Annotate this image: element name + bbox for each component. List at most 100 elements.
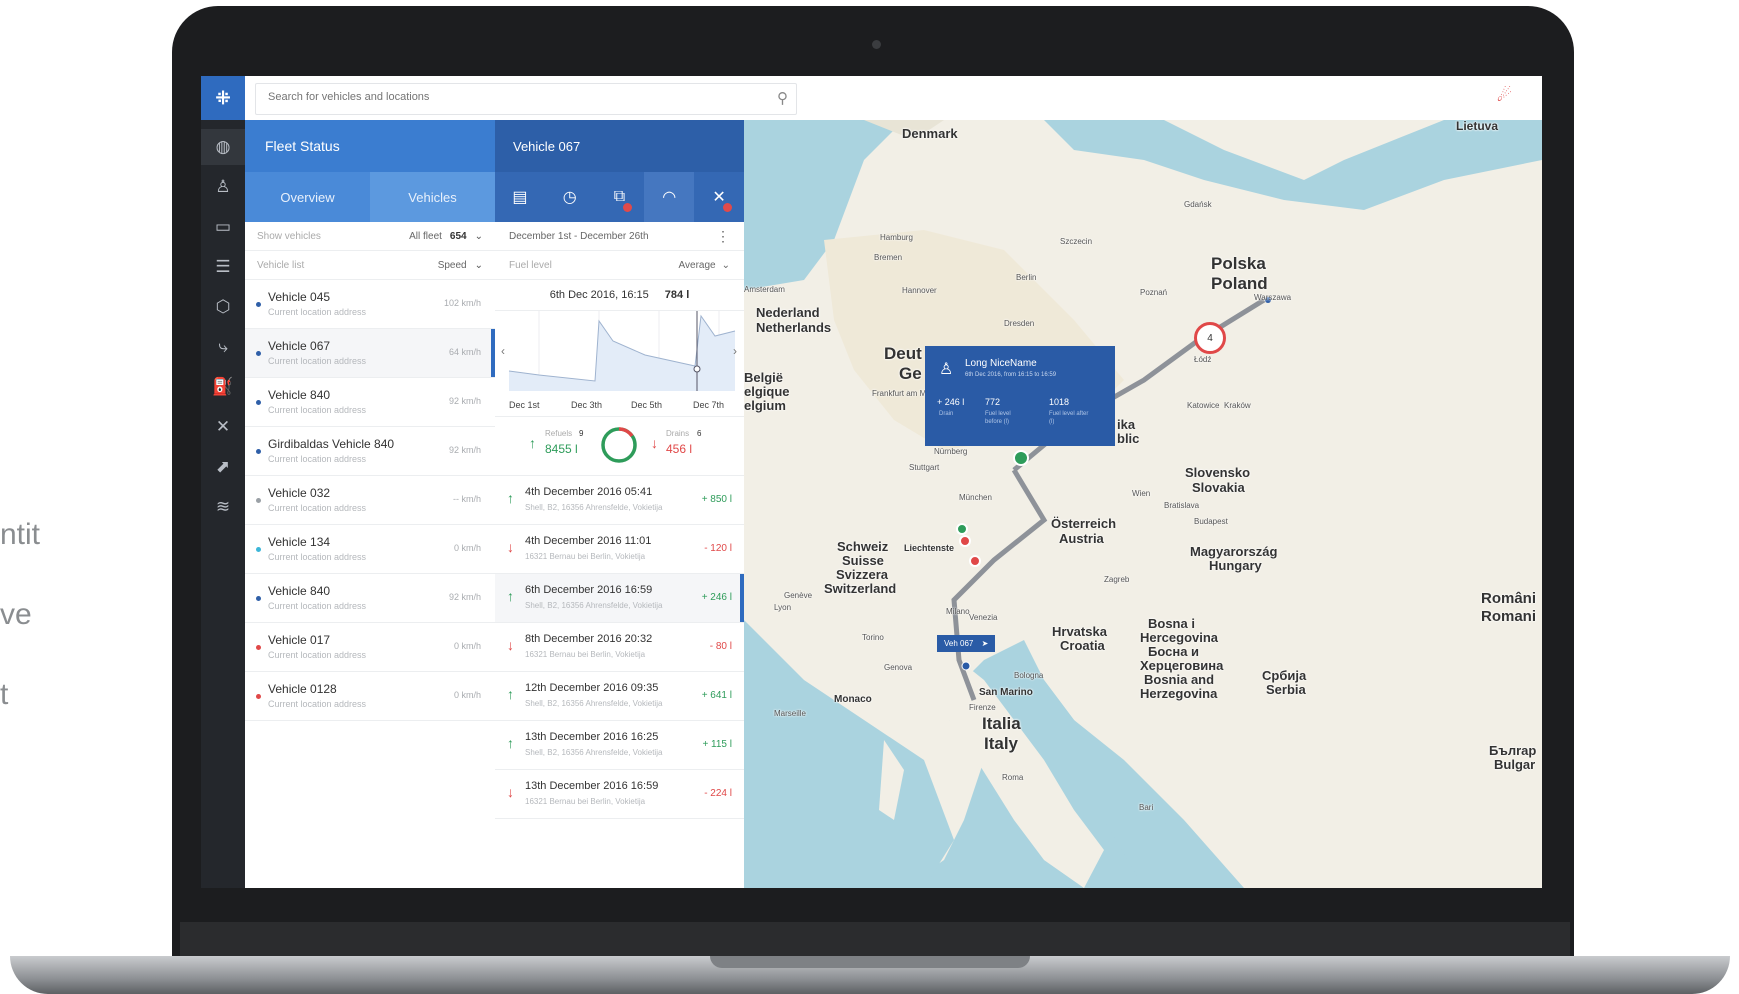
fuel-events-icon[interactable]: ⧉ [595, 172, 645, 222]
drain-marker[interactable] [969, 555, 981, 567]
vehicle-row[interactable]: Vehicle 134 Current location address 0 km/… [245, 525, 495, 574]
vehicle-row[interactable]: Vehicle 0128 Current location address 0 km… [245, 672, 495, 721]
fuel-event-row[interactable]: ↑ 4th December 2016 05:41 Shell, B2, 16356… [495, 476, 744, 525]
map-view[interactable]: Denmark Lietuva Polska Poland Nederland … [744, 120, 1542, 888]
fleet-filter-value[interactable]: All fleet [409, 231, 442, 242]
x-tick-label: Dec 1st [509, 400, 540, 410]
map-label-blic: blic [1117, 431, 1140, 446]
refuels-label: Refuels [545, 429, 573, 438]
map-land-svg [744, 120, 1542, 888]
notification-icon[interactable]: ☄ [1497, 86, 1512, 106]
route-icon[interactable]: ⤷ [201, 329, 245, 365]
metric-mode[interactable]: Average [679, 260, 716, 271]
chevron-down-icon[interactable]: ⌄ [722, 260, 730, 271]
tab-vehicles[interactable]: Vehicles [370, 172, 495, 222]
map-city-label: Warszawa [1254, 293, 1292, 302]
fuel-chart[interactable]: ‹ › Dec 1st Dec 3th Dec 5th Dec 7th [495, 311, 744, 417]
vehicle-row[interactable]: Vehicle 067 Current location address 64 km… [245, 329, 495, 378]
map-label-switzerland: Switzerland [824, 581, 897, 596]
chevron-left-icon[interactable]: ‹ [501, 344, 505, 358]
map-cluster-marker[interactable]: 4 [1194, 322, 1226, 354]
app-logo-icon[interactable]: ⁜ [201, 76, 245, 120]
user-icon[interactable]: ♙ [201, 169, 245, 205]
fuel-event-row[interactable]: ↑ 12th December 2016 09:35 Shell, B2, 1635… [495, 672, 744, 721]
vehicle-name: Vehicle 840 [268, 388, 331, 402]
drain-marker[interactable] [959, 535, 971, 547]
fuel-event-row[interactable]: ↓ 13th December 2016 16:59 16321 Bernau be… [495, 770, 744, 819]
vehicle-row[interactable]: Vehicle 840 Current location address 92 km… [245, 574, 495, 623]
arrow-down-icon: ↓ [651, 435, 658, 451]
map-city-label: Stuttgart [909, 463, 940, 472]
search-input[interactable] [266, 90, 750, 104]
status-dot [256, 302, 261, 307]
tab-overview[interactable]: Overview [245, 172, 370, 222]
chart-cursor-point [693, 365, 701, 373]
fuel-icon[interactable]: ⛽ [201, 369, 245, 405]
event-date: 13th December 2016 16:25 [525, 731, 659, 743]
event-date: 6th December 2016 16:59 [525, 584, 653, 596]
vehicle-name: Girdibaldas Vehicle 840 [268, 437, 395, 451]
vehicle-row[interactable]: Vehicle 045 Current location address 102 k… [245, 280, 495, 329]
vehicle-speed: 92 km/h [448, 445, 481, 455]
more-icon[interactable]: ⋮ [716, 228, 730, 245]
map-city-label: Szczecin [1060, 237, 1093, 246]
date-range[interactable]: December 1st - December 26th [509, 231, 649, 242]
sort-value[interactable]: Speed [438, 260, 467, 271]
vehicle-list-sort[interactable]: Vehicle list Speed ⌄ [245, 251, 495, 280]
service-icon[interactable]: ✕ [694, 172, 744, 222]
fuel-event-row[interactable]: ↓ 4th December 2016 11:01 16321 Bernau bei… [495, 525, 744, 574]
show-vehicles-filter[interactable]: Show vehicles All fleet 654 ⌄ [245, 222, 495, 251]
layers-icon[interactable]: ≋ [201, 489, 245, 525]
camera-dot [872, 40, 881, 49]
map-city-label: Bari [1139, 803, 1154, 812]
fuel-event-row[interactable]: ↓ 8th December 2016 20:32 16321 Bernau bei… [495, 623, 744, 672]
map-label-deut: Deut [884, 344, 922, 363]
map-city-label: Milano [946, 607, 970, 616]
chat-icon[interactable]: ▭ [201, 209, 245, 245]
vehicle-name: Vehicle 0128 [268, 682, 337, 696]
report-icon[interactable]: ▤ [495, 172, 545, 222]
fuel-event-popup[interactable]: ♙ Long NiceName 6th Dec 2016, from 16:15… [925, 346, 1115, 446]
search-icon[interactable]: ⚲ [777, 89, 788, 107]
dashboard-icon[interactable]: ◍ [201, 129, 245, 165]
refuel-marker[interactable] [1013, 450, 1029, 466]
metric-row[interactable]: Fuel level Average ⌄ [495, 251, 744, 280]
fuel-event-row[interactable]: ↑ 13th December 2016 16:25 Shell, B2, 1635… [495, 721, 744, 770]
map-label-netherlands: Netherlands [756, 320, 832, 335]
map-city-label: Berlin [1016, 273, 1037, 282]
fuel-event-row[interactable]: ↑ 6th December 2016 16:59 Shell, B2, 16356… [495, 574, 744, 623]
vehicle-row[interactable]: Girdibaldas Vehicle 840 Current location … [245, 427, 495, 476]
arrow-down-icon: ↓ [507, 637, 514, 653]
refuel-marker[interactable] [956, 523, 968, 535]
chevron-down-icon[interactable]: ⌄ [475, 231, 483, 242]
refuels-count: 9 [579, 429, 584, 438]
badge-dot [623, 203, 633, 212]
popup-before-label: Fuel level before (l) [985, 411, 1011, 425]
geofence-icon[interactable]: ⬡ [201, 289, 245, 325]
search-box[interactable]: ⚲ [255, 83, 797, 115]
x-tick-label: Dec 3th [571, 400, 602, 410]
list-icon[interactable]: ☰ [201, 249, 245, 285]
background-text-2: ve [0, 598, 32, 631]
gauge-icon[interactable]: ◠ [644, 172, 695, 222]
date-range-row[interactable]: December 1st - December 26th ⋮ [495, 222, 744, 251]
reading-date: 6th Dec 2016, 16:15 [549, 289, 649, 301]
refuel-drain-ring [601, 427, 637, 463]
event-date: 13th December 2016 16:59 [525, 780, 659, 792]
vehicle-position-marker[interactable] [961, 661, 971, 671]
chart-icon[interactable]: ⬈ [201, 449, 245, 485]
chevron-right-icon[interactable]: › [733, 344, 737, 358]
vehicle-address: Current location address [268, 503, 367, 513]
history-icon[interactable]: ◷ [545, 172, 595, 222]
arrow-up-icon: ↑ [507, 588, 514, 604]
vehicle-address: Current location address [268, 601, 367, 611]
vehicle-row[interactable]: Vehicle 017 Current location address 0 km/… [245, 623, 495, 672]
fuel-stats: ↑ Refuels 9 8455 l ↓ Drains 6 456 l [495, 417, 744, 476]
tools-icon[interactable]: ✕ [201, 409, 245, 445]
chevron-down-icon[interactable]: ⌄ [475, 260, 483, 271]
vehicle-map-tag[interactable]: Veh 067 ➤ [937, 635, 996, 652]
vehicle-row[interactable]: Vehicle 840 Current location address 92 km… [245, 378, 495, 427]
map-city-label: Nürnberg [934, 447, 968, 456]
vehicle-row[interactable]: Vehicle 032 Current location address -- km… [245, 476, 495, 525]
map-label-bulgaria-cyr: Бълrар [1489, 743, 1537, 758]
